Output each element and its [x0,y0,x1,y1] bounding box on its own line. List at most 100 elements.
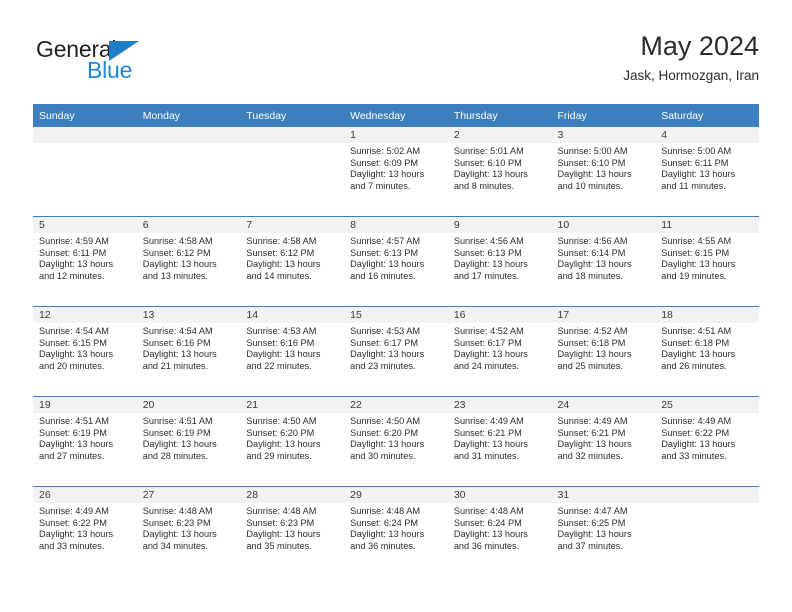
calendar-day-cell[interactable]: 4 Sunrise: 5:00 AM Sunset: 6:11 PM Daylight… [655,127,759,217]
sunset-text: Sunset: 6:18 PM [557,337,626,348]
day-cell-inner: 4 Sunrise: 5:00 AM Sunset: 6:11 PM Daylight… [655,127,759,216]
sunset-text: Sunset: 6:16 PM [142,337,211,348]
calendar-day-cell[interactable]: 21 Sunrise: 4:50 AM Sunset: 6:20 PM Dayligh… [240,396,345,487]
sunrise-sunset-calendar: Sunday Monday Tuesday Wednesday Thursday… [33,104,759,576]
day-cell-inner [136,127,241,216]
day-sun-info: Sunrise: 4:50 AM Sunset: 6:20 PM Daylight:… [344,413,448,462]
calendar-day-cell[interactable]: 17 Sunrise: 4:52 AM Sunset: 6:18 PM Dayligh… [551,306,656,397]
calendar-day-cell[interactable]: 12 Sunrise: 4:54 AM Sunset: 6:15 PM Dayligh… [33,306,137,397]
calendar-day-cell[interactable]: 5 Sunrise: 4:59 AM Sunset: 6:11 PM Daylight… [33,216,137,307]
day-sun-info: Sunrise: 4:59 AM Sunset: 6:11 PM Daylight:… [33,233,137,282]
sunrise-text: Sunrise: 4:53 AM [246,326,317,336]
daylight-text: Daylight: 13 hours and 33 minutes. [661,439,736,461]
sunset-text: Sunset: 6:13 PM [453,247,522,258]
day-cell-inner: 31 Sunrise: 4:47 AM Sunset: 6:25 PM Dayligh… [551,487,656,576]
calendar-day-cell[interactable]: 3 Sunrise: 5:00 AM Sunset: 6:10 PM Daylight… [551,127,656,217]
calendar-day-cell[interactable]: 15 Sunrise: 4:53 AM Sunset: 6:17 PM Dayligh… [344,306,448,397]
day-cell-inner: 27 Sunrise: 4:48 AM Sunset: 6:23 PM Dayligh… [136,487,241,576]
calendar-day-cell [240,127,345,217]
day-sun-info: Sunrise: 4:52 AM Sunset: 6:17 PM Daylight:… [448,323,552,372]
calendar-day-cell[interactable]: 22 Sunrise: 4:50 AM Sunset: 6:20 PM Dayligh… [344,396,448,487]
daylight-text: Daylight: 13 hours and 10 minutes. [557,169,632,191]
daylight-text: Daylight: 13 hours and 25 minutes. [557,349,632,371]
sunrise-text: Sunrise: 4:56 AM [453,236,524,246]
day-number: 4 [655,127,759,143]
day-number [655,487,759,503]
daylight-text: Daylight: 13 hours and 28 minutes. [142,439,217,461]
day-sun-info: Sunrise: 5:01 AM Sunset: 6:10 PM Daylight:… [448,143,552,192]
sunrise-text: Sunrise: 4:48 AM [453,506,524,516]
sunset-text: Sunset: 6:15 PM [661,247,730,258]
day-number [33,127,137,143]
day-cell-inner: 2 Sunrise: 5:01 AM Sunset: 6:10 PM Daylight… [447,127,552,216]
calendar-day-cell[interactable]: 20 Sunrise: 4:51 AM Sunset: 6:19 PM Dayligh… [136,396,241,487]
calendar-day-cell[interactable]: 7 Sunrise: 4:58 AM Sunset: 6:12 PM Daylight… [240,216,345,307]
daylight-text: Daylight: 13 hours and 21 minutes. [142,349,217,371]
sunrise-text: Sunrise: 4:52 AM [453,326,524,336]
calendar-day-cell[interactable]: 19 Sunrise: 4:51 AM Sunset: 6:19 PM Dayligh… [33,396,137,487]
calendar-day-cell[interactable]: 24 Sunrise: 4:49 AM Sunset: 6:21 PM Dayligh… [551,396,656,487]
calendar-day-cell[interactable]: 1 Sunrise: 5:02 AM Sunset: 6:09 PM Daylight… [344,127,448,217]
logo-text-blue: Blue [87,57,133,83]
calendar-day-cell[interactable]: 2 Sunrise: 5:01 AM Sunset: 6:10 PM Daylight… [447,127,552,217]
weekday-header-tuesday: Tuesday [240,104,345,127]
day-cell-inner: 29 Sunrise: 4:48 AM Sunset: 6:24 PM Dayligh… [344,487,448,576]
sunrise-text: Sunrise: 4:58 AM [246,236,317,246]
sunrise-text: Sunrise: 5:01 AM [453,146,524,156]
sunset-text: Sunset: 6:13 PM [350,247,419,258]
day-sun-info: Sunrise: 5:00 AM Sunset: 6:10 PM Daylight:… [552,143,656,192]
day-cell-inner: 11 Sunrise: 4:55 AM Sunset: 6:15 PM Dayligh… [655,217,759,306]
day-cell-inner [655,487,759,576]
day-cell-inner: 3 Sunrise: 5:00 AM Sunset: 6:10 PM Daylight… [551,127,656,216]
day-number: 26 [33,487,137,503]
day-sun-info: Sunrise: 4:49 AM Sunset: 6:22 PM Daylight:… [33,503,137,552]
sunrise-text: Sunrise: 4:48 AM [142,506,213,516]
sunrise-text: Sunrise: 5:02 AM [350,146,421,156]
day-number [240,127,345,143]
calendar-day-cell[interactable]: 16 Sunrise: 4:52 AM Sunset: 6:17 PM Dayligh… [447,306,552,397]
daylight-text: Daylight: 13 hours and 14 minutes. [246,259,321,281]
sunset-text: Sunset: 6:19 PM [39,427,107,438]
daylight-text: Daylight: 13 hours and 17 minutes. [453,259,528,281]
calendar-week-row: 12 Sunrise: 4:54 AM Sunset: 6:15 PM Dayligh… [33,306,759,397]
day-sun-info: Sunrise: 4:51 AM Sunset: 6:19 PM Daylight:… [33,413,137,462]
calendar-day-cell[interactable]: 28 Sunrise: 4:48 AM Sunset: 6:23 PM Dayligh… [240,486,345,576]
daylight-text: Daylight: 13 hours and 7 minutes. [350,169,425,191]
calendar-day-cell[interactable]: 14 Sunrise: 4:53 AM Sunset: 6:16 PM Dayligh… [240,306,345,397]
calendar-day-cell[interactable]: 9 Sunrise: 4:56 AM Sunset: 6:13 PM Daylight… [447,216,552,307]
day-number [136,127,241,143]
day-sun-info: Sunrise: 4:52 AM Sunset: 6:18 PM Daylight:… [552,323,656,372]
calendar-page: General Blue May 2024 Jask, Hormozgan, I… [0,0,792,612]
calendar-day-cell[interactable]: 13 Sunrise: 4:54 AM Sunset: 6:16 PM Dayligh… [136,306,241,397]
calendar-day-cell[interactable]: 30 Sunrise: 4:48 AM Sunset: 6:24 PM Dayligh… [447,486,552,576]
sunset-text: Sunset: 6:22 PM [661,427,730,438]
day-number: 12 [33,307,137,323]
calendar-day-cell[interactable]: 31 Sunrise: 4:47 AM Sunset: 6:25 PM Dayligh… [551,486,656,576]
calendar-day-cell[interactable]: 8 Sunrise: 4:57 AM Sunset: 6:13 PM Daylight… [344,216,448,307]
calendar-day-cell[interactable]: 29 Sunrise: 4:48 AM Sunset: 6:24 PM Dayligh… [344,486,448,576]
day-sun-info: Sunrise: 4:50 AM Sunset: 6:20 PM Daylight:… [240,413,344,462]
sunset-text: Sunset: 6:16 PM [246,337,315,348]
day-sun-info: Sunrise: 4:54 AM Sunset: 6:15 PM Daylight:… [33,323,137,372]
calendar-day-cell[interactable]: 26 Sunrise: 4:49 AM Sunset: 6:22 PM Dayligh… [33,486,137,576]
day-cell-inner: 30 Sunrise: 4:48 AM Sunset: 6:24 PM Dayligh… [447,487,552,576]
day-cell-inner: 13 Sunrise: 4:54 AM Sunset: 6:16 PM Dayligh… [136,307,241,396]
day-number: 13 [136,307,241,323]
calendar-day-cell[interactable]: 23 Sunrise: 4:49 AM Sunset: 6:21 PM Dayligh… [447,396,552,487]
day-number: 28 [240,487,345,503]
calendar-day-cell[interactable]: 25 Sunrise: 4:49 AM Sunset: 6:22 PM Dayligh… [655,396,759,487]
daylight-text: Daylight: 13 hours and 19 minutes. [661,259,736,281]
calendar-day-cell[interactable]: 18 Sunrise: 4:51 AM Sunset: 6:18 PM Dayligh… [655,306,759,397]
calendar-day-cell[interactable]: 10 Sunrise: 4:56 AM Sunset: 6:14 PM Dayligh… [551,216,656,307]
calendar-day-cell[interactable]: 6 Sunrise: 4:58 AM Sunset: 6:12 PM Daylight… [136,216,241,307]
day-sun-info: Sunrise: 4:49 AM Sunset: 6:22 PM Daylight:… [655,413,759,462]
calendar-day-cell[interactable]: 11 Sunrise: 4:55 AM Sunset: 6:15 PM Dayligh… [655,216,759,307]
calendar-body: 1 Sunrise: 5:02 AM Sunset: 6:09 PM Daylight… [33,127,759,576]
sunset-text: Sunset: 6:11 PM [661,157,729,168]
sunrise-text: Sunrise: 4:51 AM [39,416,109,426]
day-cell-inner: 18 Sunrise: 4:51 AM Sunset: 6:18 PM Dayligh… [655,307,759,396]
day-sun-info: Sunrise: 4:48 AM Sunset: 6:23 PM Daylight:… [137,503,241,552]
calendar-day-cell[interactable]: 27 Sunrise: 4:48 AM Sunset: 6:23 PM Dayligh… [136,486,241,576]
day-number: 21 [240,397,345,413]
weekday-header-wednesday: Wednesday [344,104,448,127]
